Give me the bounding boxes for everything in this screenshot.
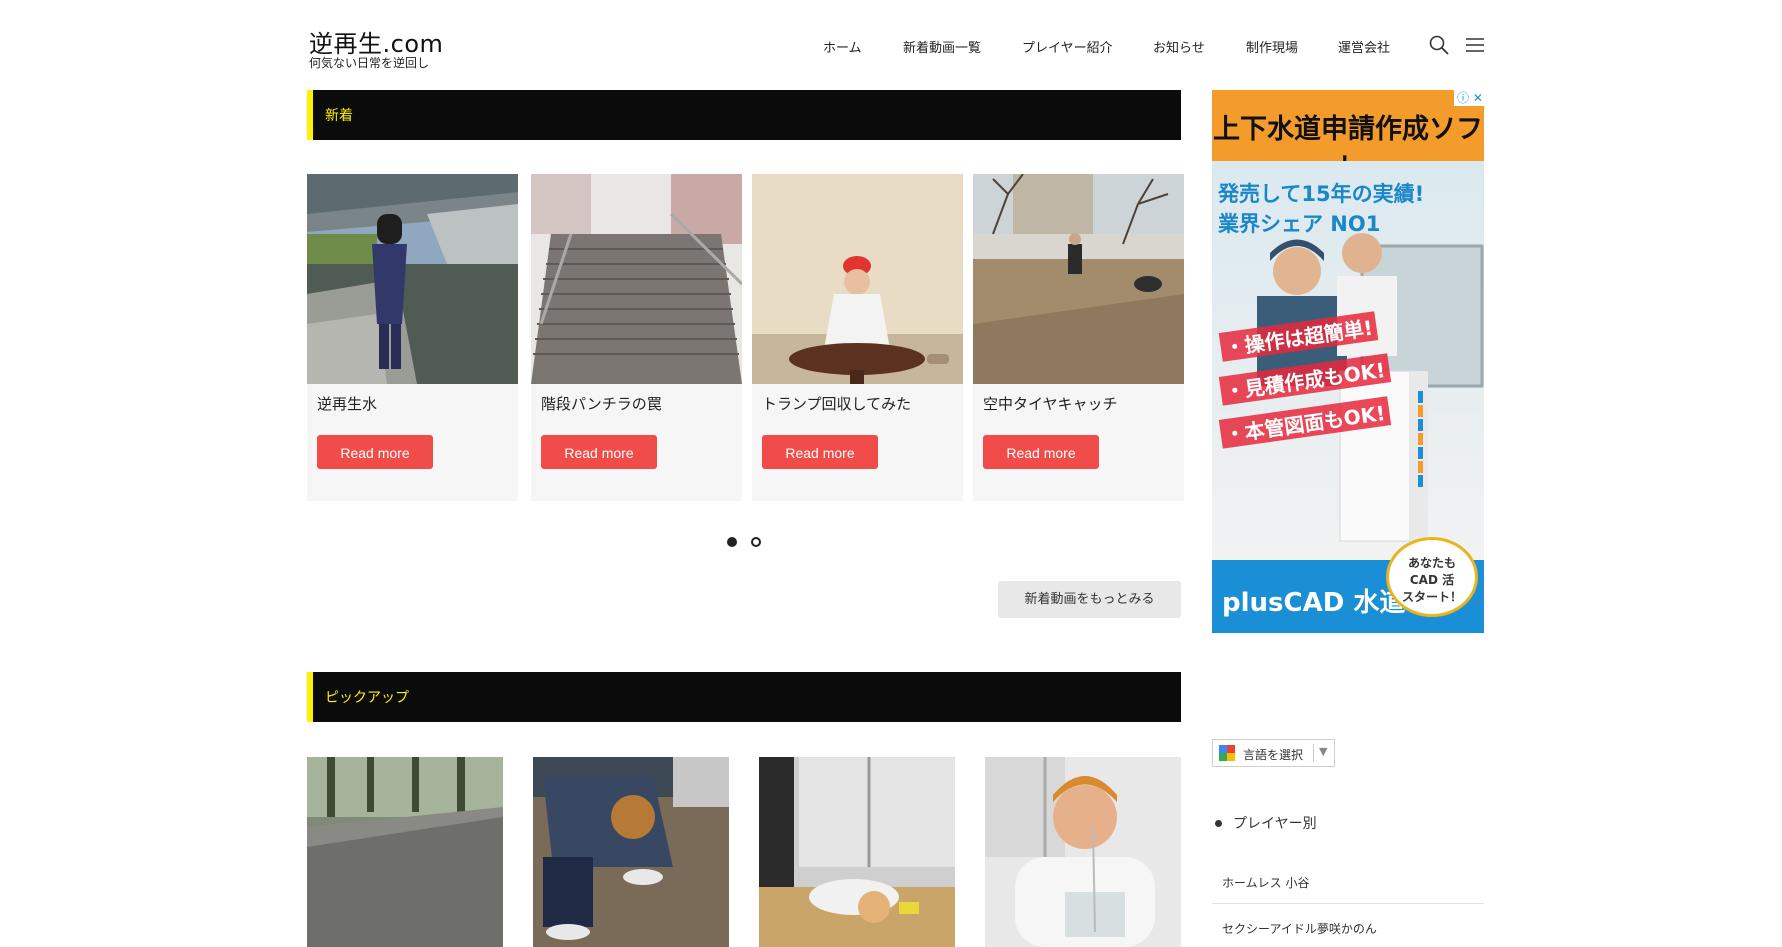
nav-item-home[interactable]: ホーム <box>823 37 862 56</box>
video-card: 階段パンチラの罠 Read more <box>531 174 742 501</box>
read-more-button[interactable]: Read more <box>541 435 657 469</box>
ad-bubble-line-3: スタート！ <box>1401 590 1462 604</box>
more-videos-button[interactable]: 新着動画をもっとみる <box>998 581 1181 618</box>
ad-bubble-line-1: あなたも <box>1407 556 1456 570</box>
ad-bubble-line-2: CAD 活 <box>1409 573 1455 587</box>
ad-choices-text: ⓘ ✕ <box>1457 91 1483 105</box>
section-title: ピックアップ <box>325 690 409 706</box>
section-header-new: 新着 <box>307 90 1181 140</box>
nav-item-company[interactable]: 運営会社 <box>1338 37 1390 56</box>
read-more-button[interactable]: Read more <box>983 435 1099 469</box>
nav-item-new-videos[interactable]: 新着動画一覧 <box>903 37 981 56</box>
video-card: 逆再生水 Read more <box>307 174 518 501</box>
pickup-thumbnail[interactable] <box>985 757 1181 947</box>
video-title[interactable]: トランプ回収してみた <box>762 393 911 414</box>
nav-item-players[interactable]: プレイヤー紹介 <box>1022 37 1113 56</box>
ad-claim-1: 発売して15年の実績! <box>1218 182 1425 206</box>
players-widget-title: プレイヤー別 <box>1233 816 1317 832</box>
read-more-button[interactable]: Read more <box>317 435 433 469</box>
video-thumbnail[interactable] <box>307 174 518 384</box>
video-card: 空中タイヤキャッチ Read more <box>973 174 1184 501</box>
section-header-pickup: ピックアップ <box>307 672 1181 722</box>
carousel-dot-1[interactable] <box>727 537 737 547</box>
ad-claim-2: 業界シェア NO1 <box>1218 212 1381 236</box>
sidebar-ad-banner[interactable]: 上下水道申請作成ソフト 発売して15年の実績! 業界シェア NO1 ・操作は超簡… <box>1212 90 1484 633</box>
language-select-label: 言語を選択 <box>1243 748 1304 762</box>
ad-choices-icon[interactable]: ⓘ ✕ <box>1454 90 1484 106</box>
nav-item-news[interactable]: お知らせ <box>1153 37 1205 56</box>
player-link[interactable]: セクシーアイドル夢咲かのん <box>1222 920 1377 937</box>
divider <box>1212 903 1484 904</box>
video-card: トランプ回収してみた Read more <box>752 174 963 501</box>
video-title[interactable]: 空中タイヤキャッチ <box>983 393 1118 414</box>
video-title[interactable]: 階段パンチラの罠 <box>541 393 662 414</box>
main-nav: ホーム 新着動画一覧 プレイヤー紹介 お知らせ 制作現場 運営会社 <box>0 37 1782 57</box>
hamburger-menu-icon[interactable] <box>1464 34 1486 56</box>
ad-header: 上下水道申請作成ソフト <box>1212 90 1484 184</box>
video-thumbnail[interactable] <box>973 174 1184 384</box>
video-title[interactable]: 逆再生水 <box>317 393 377 414</box>
pickup-thumbnail[interactable] <box>307 757 503 947</box>
player-link[interactable]: ホームレス 小谷 <box>1222 874 1309 891</box>
video-thumbnail[interactable] <box>531 174 742 384</box>
read-more-button[interactable]: Read more <box>762 435 878 469</box>
pickup-thumbnail[interactable] <box>533 757 729 947</box>
search-icon[interactable] <box>1428 34 1450 56</box>
carousel-dot-2[interactable] <box>751 537 761 547</box>
language-select[interactable]: 言語を選択 ▼ <box>1212 739 1335 767</box>
section-title: 新着 <box>325 108 353 124</box>
ad-brand: plusCAD 水道 <box>1222 588 1406 618</box>
google-translate-icon <box>1219 745 1235 761</box>
bullet-icon <box>1215 820 1222 827</box>
nav-item-production[interactable]: 制作現場 <box>1246 37 1298 56</box>
video-thumbnail[interactable] <box>752 174 963 384</box>
ad-speech-bubble: あなたも CAD 活 スタート！ <box>1386 537 1478 617</box>
chevron-down-icon: ▼ <box>1319 745 1328 758</box>
select-divider <box>1313 744 1314 762</box>
pickup-thumbnail[interactable] <box>759 757 955 947</box>
